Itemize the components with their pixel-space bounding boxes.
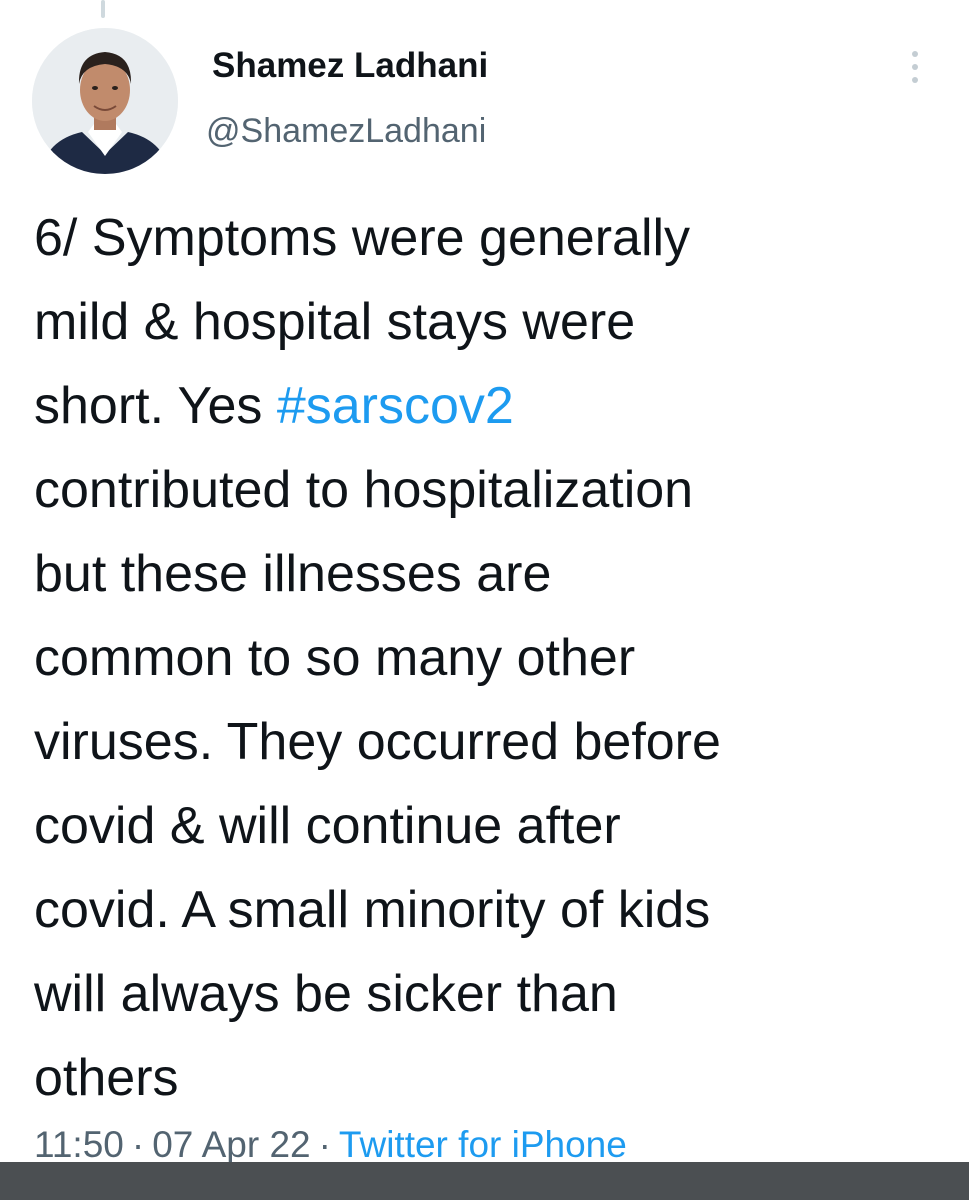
tweet-text-segment: contributed to hospitalization — [34, 461, 694, 519]
tweet-text-segment: common to so many other — [34, 629, 636, 687]
tweet-text-segment: mild & hospital stays were — [34, 293, 636, 351]
author-handle[interactable]: @ShamezLadhani — [206, 112, 486, 151]
author-display-name[interactable]: Shamez Ladhani — [212, 46, 488, 86]
tweet-time[interactable]: 11:50 — [34, 1124, 124, 1165]
tweet-text-segment: 6/ Symptoms were generally — [34, 209, 691, 267]
tweet-line: contributed to hospitalization — [34, 448, 934, 532]
tweet-line: mild & hospital stays were — [34, 280, 934, 364]
tweet-line: viruses. They occurred before — [34, 700, 934, 784]
tweet-text-segment: covid. A small minority of kids — [34, 881, 711, 939]
thread-connector-line — [101, 0, 105, 18]
profile-photo — [32, 28, 178, 174]
tweet-line: covid & will continue after — [34, 784, 934, 868]
tweet-metadata: 11:50 · 07 Apr 22 · Twitter for iPhone — [34, 1124, 627, 1166]
tweet-source-link[interactable]: Twitter for iPhone — [339, 1124, 627, 1165]
tweet-line: will always be sicker than — [34, 952, 934, 1036]
bottom-bar — [0, 1162, 969, 1200]
vertical-ellipsis-icon — [912, 64, 918, 70]
hashtag-link[interactable]: #sarscov2 — [277, 377, 514, 435]
tweet-line: others — [34, 1036, 934, 1120]
tweet-text-segment: others — [34, 1049, 179, 1107]
tweet-line: 6/ Symptoms were generally — [34, 196, 934, 280]
tweet-text-segment: covid & will continue after — [34, 797, 621, 855]
meta-separator: · — [318, 1124, 331, 1165]
avatar[interactable] — [32, 28, 178, 174]
vertical-ellipsis-icon — [912, 51, 918, 57]
tweet-line: but these illnesses are — [34, 532, 934, 616]
meta-separator: · — [131, 1124, 145, 1165]
more-options-button[interactable] — [898, 44, 932, 90]
tweet-text-segment: but these illnesses are — [34, 545, 552, 603]
tweet-line: covid. A small minority of kids — [34, 868, 934, 952]
tweet-date[interactable]: 07 Apr 22 — [152, 1124, 310, 1165]
tweet-line: short. Yes #sarscov2 — [34, 364, 934, 448]
tweet-text-segment: will always be sicker than — [34, 965, 618, 1023]
tweet-text-segment: viruses. They occurred before — [34, 713, 721, 771]
vertical-ellipsis-icon — [912, 77, 918, 83]
tweet-text-segment: short. Yes — [34, 377, 277, 435]
tweet-line: common to so many other — [34, 616, 934, 700]
tweet-text: 6/ Symptoms were generally mild & hospit… — [34, 196, 934, 1120]
